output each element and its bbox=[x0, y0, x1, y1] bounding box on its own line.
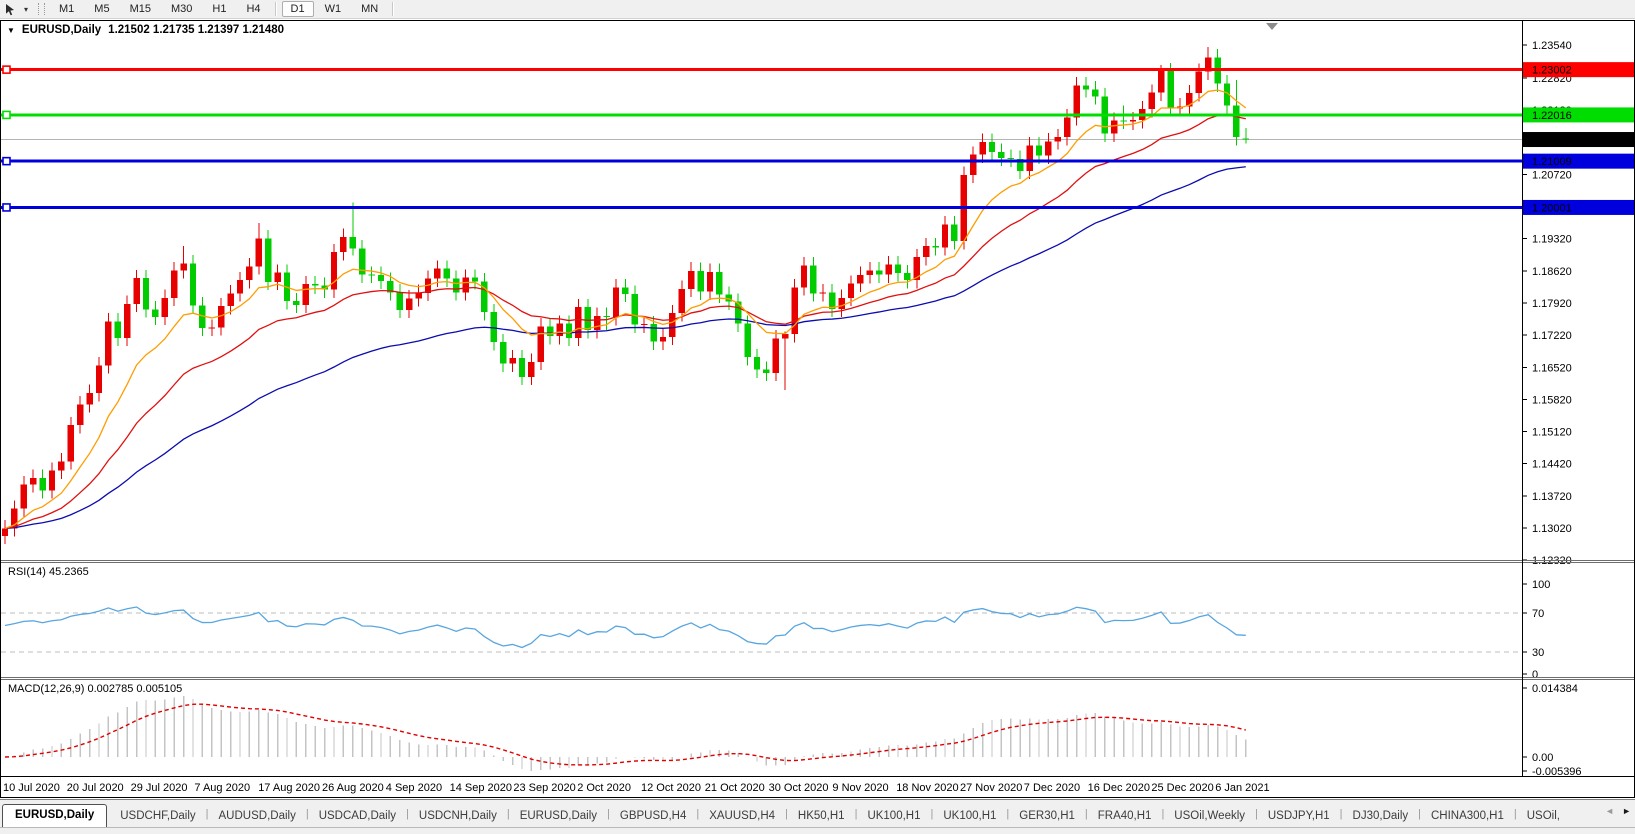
timeframe-toolbar: ▾ M1M5M15M30H1H4 D1W1MN bbox=[0, 0, 1635, 19]
pointer-arrow-icon bbox=[5, 3, 16, 16]
svg-text:30 Oct 2020: 30 Oct 2020 bbox=[769, 782, 829, 794]
svg-text:10 Jul 2020: 10 Jul 2020 bbox=[3, 782, 60, 794]
chart-window: 1.235401.228201.221201.214201.207201.200… bbox=[0, 20, 1635, 799]
chart-tab-usdcad-daily[interactable]: USDCAD,Daily bbox=[310, 806, 405, 827]
svg-text:1.15120: 1.15120 bbox=[1532, 427, 1572, 439]
chart-tab-usdchf-daily[interactable]: USDCHF,Daily bbox=[111, 806, 204, 827]
svg-text:26 Aug 2020: 26 Aug 2020 bbox=[322, 782, 384, 794]
chart-tab-fra40-h1[interactable]: FRA40,H1 bbox=[1089, 806, 1161, 827]
macd-indicator-label: MACD(12,26,9) 0.002785 0.005105 bbox=[8, 683, 182, 695]
svg-text:2 Oct 2020: 2 Oct 2020 bbox=[577, 782, 631, 794]
chart-tab-gbpusd-h4[interactable]: GBPUSD,H4 bbox=[611, 806, 695, 827]
svg-text:23 Sep 2020: 23 Sep 2020 bbox=[513, 782, 575, 794]
mt4-application: ▾ M1M5M15M30H1H4 D1W1MN 1.235401.228201.2… bbox=[0, 0, 1635, 834]
svg-text:21 Oct 2020: 21 Oct 2020 bbox=[705, 782, 765, 794]
svg-text:20 Jul 2020: 20 Jul 2020 bbox=[67, 782, 124, 794]
svg-text:0.00: 0.00 bbox=[1532, 752, 1553, 764]
chart-tab-usdjpy-h1[interactable]: USDJPY,H1 bbox=[1259, 806, 1339, 827]
chart-tab-hk50-h1[interactable]: HK50,H1 bbox=[789, 806, 854, 827]
price-chart-canvas[interactable]: 1.235401.228201.221201.214201.207201.200… bbox=[0, 20, 1635, 799]
chart-collapse-icon[interactable]: ▼ bbox=[7, 26, 15, 35]
chart-tab-china300-h1[interactable]: CHINA300,H1 bbox=[1422, 806, 1513, 827]
toolbar-grip-handle[interactable] bbox=[38, 3, 45, 15]
svg-text:1.13720: 1.13720 bbox=[1532, 491, 1572, 503]
tab-bar-strip bbox=[0, 827, 1635, 834]
svg-text:1.21480: 1.21480 bbox=[1532, 135, 1572, 147]
chart-tab-usoil-weekly[interactable]: USOil,Weekly bbox=[1165, 806, 1254, 827]
timeframe-button-mn[interactable]: MN bbox=[352, 1, 387, 17]
tab-scroll-left-icon[interactable]: ◄ bbox=[1605, 806, 1614, 816]
tab-scroll-right-icon[interactable]: ► bbox=[1622, 806, 1631, 816]
chart-tab-usoil-[interactable]: USOil, bbox=[1518, 806, 1569, 827]
svg-text:6 Jan 2021: 6 Jan 2021 bbox=[1215, 782, 1269, 794]
chart-tab-eurusd-daily[interactable]: EURUSD,Daily bbox=[511, 806, 606, 827]
timeframe-button-m30[interactable]: M30 bbox=[162, 1, 201, 17]
svg-text:1.12320: 1.12320 bbox=[1532, 555, 1572, 567]
timeframe-button-w1[interactable]: W1 bbox=[316, 1, 351, 17]
cursor-tool-icon[interactable] bbox=[0, 1, 20, 17]
svg-text:70: 70 bbox=[1532, 608, 1544, 620]
svg-text:29 Jul 2020: 29 Jul 2020 bbox=[131, 782, 188, 794]
svg-text:1.20001: 1.20001 bbox=[1532, 202, 1572, 214]
svg-text:1.19320: 1.19320 bbox=[1532, 234, 1572, 246]
svg-text:100: 100 bbox=[1532, 579, 1550, 591]
chart-tab-xauusd-h4[interactable]: XAUUSD,H4 bbox=[700, 806, 784, 827]
chart-shift-marker[interactable] bbox=[1266, 23, 1278, 30]
svg-text:9 Nov 2020: 9 Nov 2020 bbox=[832, 782, 888, 794]
svg-text:25 Dec 2020: 25 Dec 2020 bbox=[1151, 782, 1213, 794]
timeframe-button-h4[interactable]: H4 bbox=[237, 1, 269, 17]
rsi-indicator-label: RSI(14) 45.2365 bbox=[8, 566, 89, 578]
timeframe-button-m15[interactable]: M15 bbox=[121, 1, 160, 17]
svg-text:1.15820: 1.15820 bbox=[1532, 394, 1572, 406]
svg-text:1.23540: 1.23540 bbox=[1532, 40, 1572, 52]
chart-tab-uk100-h1[interactable]: UK100,H1 bbox=[934, 806, 1005, 827]
svg-text:1.22016: 1.22016 bbox=[1532, 110, 1572, 122]
svg-text:1.21009: 1.21009 bbox=[1532, 156, 1572, 168]
chart-symbol-label: EURUSD,Daily bbox=[22, 24, 101, 36]
svg-text:7 Dec 2020: 7 Dec 2020 bbox=[1024, 782, 1080, 794]
chart-tab-eurusd-daily[interactable]: EURUSD,Daily bbox=[2, 804, 107, 827]
svg-text:1.20720: 1.20720 bbox=[1532, 169, 1572, 181]
chart-title: ▼ EURUSD,Daily 1.21502 1.21735 1.21397 1… bbox=[7, 24, 284, 36]
svg-text:1.16520: 1.16520 bbox=[1532, 362, 1572, 374]
timeframe-button-d1[interactable]: D1 bbox=[282, 1, 314, 17]
chart-tab-ger30-h1[interactable]: GER30,H1 bbox=[1010, 806, 1084, 827]
svg-text:30: 30 bbox=[1532, 647, 1544, 659]
chart-tab-dj30-daily[interactable]: DJ30,Daily bbox=[1344, 806, 1418, 827]
svg-text:4 Sep 2020: 4 Sep 2020 bbox=[386, 782, 442, 794]
chart-ohlc-values: 1.21502 1.21735 1.21397 1.21480 bbox=[108, 24, 284, 36]
svg-text:18 Nov 2020: 18 Nov 2020 bbox=[896, 782, 958, 794]
svg-text:27 Nov 2020: 27 Nov 2020 bbox=[960, 782, 1022, 794]
chart-tab-uk100-h1[interactable]: UK100,H1 bbox=[858, 806, 929, 827]
svg-text:0.014384: 0.014384 bbox=[1532, 683, 1578, 695]
svg-text:14 Sep 2020: 14 Sep 2020 bbox=[450, 782, 512, 794]
svg-text:1.17220: 1.17220 bbox=[1532, 330, 1572, 342]
svg-text:12 Oct 2020: 12 Oct 2020 bbox=[641, 782, 701, 794]
svg-text:1.17920: 1.17920 bbox=[1532, 298, 1572, 310]
chart-tab-bar: EURUSD,DailyUSDCHF,Daily|AUDUSD,Daily|US… bbox=[0, 799, 1635, 834]
svg-text:1.23002: 1.23002 bbox=[1532, 65, 1572, 77]
chart-tab-audusd-daily[interactable]: AUDUSD,Daily bbox=[210, 806, 305, 827]
svg-text:1.13020: 1.13020 bbox=[1532, 523, 1572, 535]
svg-text:16 Dec 2020: 16 Dec 2020 bbox=[1088, 782, 1150, 794]
timeframe-button-m5[interactable]: M5 bbox=[85, 1, 118, 17]
timeframe-button-h1[interactable]: H1 bbox=[203, 1, 235, 17]
svg-text:1.18620: 1.18620 bbox=[1532, 266, 1572, 278]
svg-text:1.14420: 1.14420 bbox=[1532, 459, 1572, 471]
svg-text:7 Aug 2020: 7 Aug 2020 bbox=[194, 782, 250, 794]
timeframe-button-m1[interactable]: M1 bbox=[50, 1, 83, 17]
toolbar-dropdown-caret[interactable]: ▾ bbox=[20, 5, 32, 14]
svg-text:17 Aug 2020: 17 Aug 2020 bbox=[258, 782, 320, 794]
chart-tab-usdcnh-daily[interactable]: USDCNH,Daily bbox=[410, 806, 506, 827]
